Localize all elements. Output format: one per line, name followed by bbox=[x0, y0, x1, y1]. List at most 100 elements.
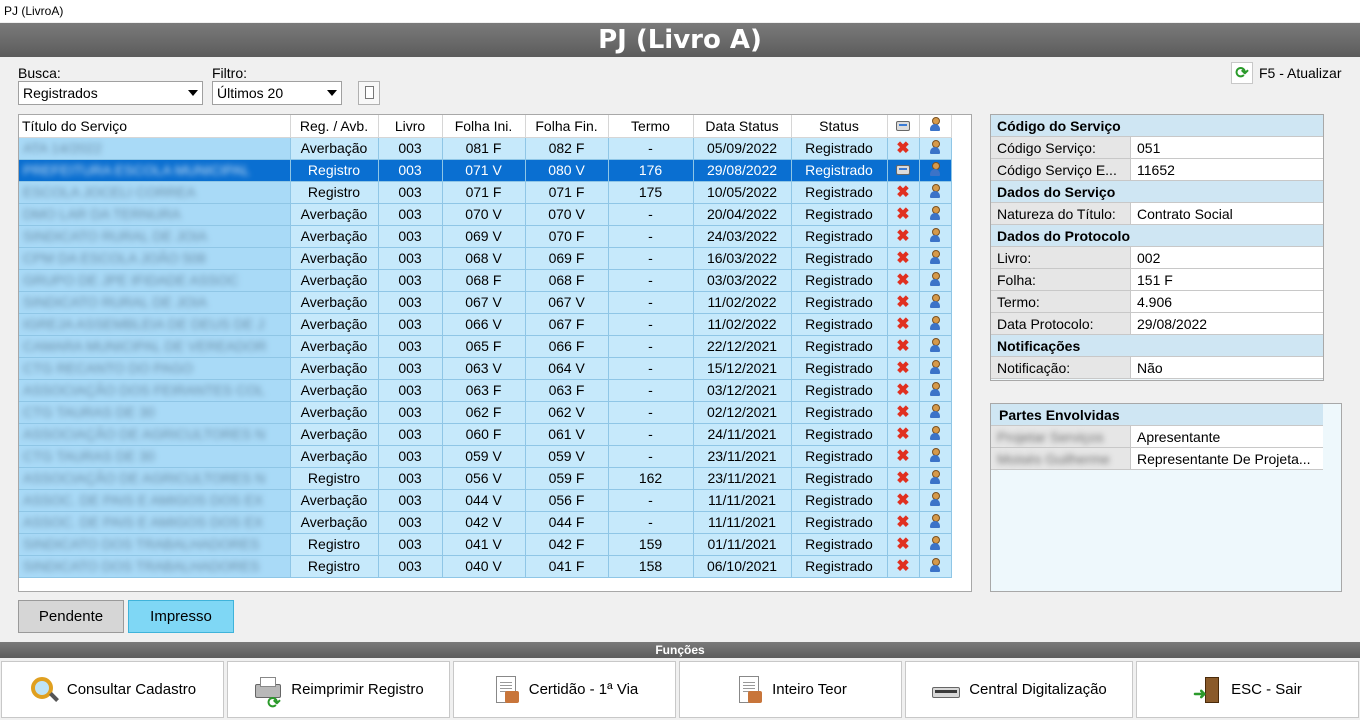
not-printed-cell[interactable]: ✖ bbox=[887, 445, 920, 468]
refresh-button[interactable]: ⟳ F5 - Atualizar bbox=[1231, 62, 1341, 84]
cell-status: Registrado bbox=[791, 401, 888, 424]
not-printed-cell[interactable]: ✖ bbox=[887, 401, 920, 424]
parte-row[interactable]: Moisés Guilherme Representante De Projeta… bbox=[991, 448, 1323, 470]
table-row[interactable]: SINDICATO RURAL DE JOIA Averbação 003 067 V… bbox=[19, 291, 952, 314]
print-cell[interactable] bbox=[887, 159, 920, 182]
person-cell[interactable] bbox=[919, 181, 952, 204]
cell-folha-fin: 059 V bbox=[525, 445, 609, 468]
cell-tipo: Registro bbox=[290, 467, 379, 490]
filtro-select[interactable]: Últimos 20 bbox=[212, 81, 342, 105]
person-cell[interactable] bbox=[919, 247, 952, 270]
not-printed-cell[interactable]: ✖ bbox=[887, 511, 920, 534]
table-row[interactable]: SINDICATO RURAL DE JOIA Averbação 003 069 V… bbox=[19, 225, 952, 248]
document-button[interactable] bbox=[358, 81, 380, 105]
not-printed-cell[interactable]: ✖ bbox=[887, 335, 920, 358]
person-cell[interactable] bbox=[919, 225, 952, 248]
table-row[interactable]: ATA 14/2022 Averbação 003 081 F 082 F -05/09/… bbox=[19, 137, 952, 160]
reimprimir-registro-button[interactable]: ⟳ Reimprimir Registro bbox=[227, 661, 450, 718]
person-cell[interactable] bbox=[919, 335, 952, 358]
table-row[interactable]: DMO LAR DA TERNURA Averbação 003 070 V 070 V… bbox=[19, 203, 952, 226]
not-printed-cell[interactable]: ✖ bbox=[887, 225, 920, 248]
table-row[interactable]: IGREJA ASSEMBLEIA DE DEUS DE J Averbação 0… bbox=[19, 313, 952, 336]
person-cell[interactable] bbox=[919, 445, 952, 468]
person-cell[interactable] bbox=[919, 555, 952, 578]
not-printed-cell[interactable]: ✖ bbox=[887, 269, 920, 292]
cell-termo: - bbox=[608, 137, 694, 160]
table-row[interactable]: CTG TAURAS DE 30 Averbação 003 062 F 062 V-0… bbox=[19, 401, 952, 424]
not-printed-cell[interactable]: ✖ bbox=[887, 467, 920, 490]
sair-button[interactable]: ➜ ESC - Sair bbox=[1136, 661, 1359, 718]
person-cell[interactable] bbox=[919, 291, 952, 314]
person-cell[interactable] bbox=[919, 401, 952, 424]
person-cell[interactable] bbox=[919, 467, 952, 490]
col-titulo[interactable]: Título do Serviço bbox=[19, 115, 291, 138]
col-folha-ini[interactable]: Folha Ini. bbox=[442, 115, 526, 138]
not-printed-cell[interactable]: ✖ bbox=[887, 203, 920, 226]
person-cell[interactable] bbox=[919, 313, 952, 336]
certidao-button[interactable]: Certidão - 1ª Via bbox=[453, 661, 676, 718]
not-printed-cell[interactable]: ✖ bbox=[887, 379, 920, 402]
person-icon bbox=[930, 425, 940, 440]
cell-termo: - bbox=[608, 335, 694, 358]
not-printed-cell[interactable]: ✖ bbox=[887, 423, 920, 446]
not-printed-cell[interactable]: ✖ bbox=[887, 533, 920, 556]
not-printed-cell[interactable]: ✖ bbox=[887, 181, 920, 204]
col-data-status[interactable]: Data Status bbox=[693, 115, 792, 138]
table-row[interactable]: CTG RECANTO DO PAGO Averbação 003 063 V 064 … bbox=[19, 357, 952, 380]
consultar-cadastro-button[interactable]: Consultar Cadastro bbox=[1, 661, 224, 718]
table-row[interactable]: ESCOLA JOCELI CORREA Registro 003 071 F 071 … bbox=[19, 181, 952, 204]
cell-folha-ini: 056 V bbox=[442, 467, 526, 490]
central-digitalizacao-button[interactable]: Central Digitalização bbox=[905, 661, 1133, 718]
person-cell[interactable] bbox=[919, 269, 952, 292]
person-cell[interactable] bbox=[919, 423, 952, 446]
cell-termo: - bbox=[608, 401, 694, 424]
person-icon bbox=[930, 381, 940, 396]
not-printed-cell[interactable]: ✖ bbox=[887, 357, 920, 380]
person-cell[interactable] bbox=[919, 511, 952, 534]
person-icon bbox=[930, 469, 940, 484]
not-printed-cell[interactable]: ✖ bbox=[887, 137, 920, 160]
col-status[interactable]: Status bbox=[791, 115, 888, 138]
table-row[interactable]: SINDICATO DOS TRABALHADORES Registro 003 04… bbox=[19, 555, 952, 578]
cell-status: Registrado bbox=[791, 225, 888, 248]
table-row[interactable]: PREFEITURA ESCOLA MUNICIPAL Registro 003 07… bbox=[19, 159, 952, 182]
table-row[interactable]: ASSOC. DE PAIS E AMIGOS DOS EX Averbação 0… bbox=[19, 489, 952, 512]
cell-data: 11/02/2022 bbox=[693, 291, 792, 314]
close-icon: ✖ bbox=[896, 536, 910, 553]
impresso-button[interactable]: Impresso bbox=[128, 600, 234, 633]
person-cell[interactable] bbox=[919, 203, 952, 226]
table-row[interactable]: ASSOCIAÇÃO DE AGRICULTORES N Registro 003 0… bbox=[19, 467, 952, 490]
not-printed-cell[interactable]: ✖ bbox=[887, 247, 920, 270]
not-printed-cell[interactable]: ✖ bbox=[887, 291, 920, 314]
person-cell[interactable] bbox=[919, 357, 952, 380]
not-printed-cell[interactable]: ✖ bbox=[887, 555, 920, 578]
table-row[interactable]: ASSOCIAÇÃO DE AGRICULTORES N Averbação 003… bbox=[19, 423, 952, 446]
col-reg-avb[interactable]: Reg. / Avb. bbox=[290, 115, 379, 138]
cell-data: 11/11/2021 bbox=[693, 489, 792, 512]
person-cell[interactable] bbox=[919, 379, 952, 402]
parte-row[interactable]: Projetar Serviços Apresentante bbox=[991, 426, 1323, 448]
table-row[interactable]: GRUPO DE JPE IFIDADE ASSOC Averbação 003 06… bbox=[19, 269, 952, 292]
busca-select[interactable]: Registrados bbox=[18, 81, 203, 105]
col-termo[interactable]: Termo bbox=[608, 115, 694, 138]
table-row[interactable]: CTG TAURAS DE 30 Averbação 003 059 V 059 V-2… bbox=[19, 445, 952, 468]
services-grid[interactable]: Título do Serviço Reg. / Avb. Livro Folh… bbox=[18, 114, 972, 592]
not-printed-cell[interactable]: ✖ bbox=[887, 489, 920, 512]
cell-livro: 003 bbox=[378, 313, 443, 336]
table-row[interactable]: CPM DA ESCOLA JOÃO 508 Averbação 003 068 V0… bbox=[19, 247, 952, 270]
detail-value: Não bbox=[1131, 357, 1323, 379]
pendente-button[interactable]: Pendente bbox=[18, 600, 124, 633]
cell-folha-ini: 069 V bbox=[442, 225, 526, 248]
table-row[interactable]: CAMARA MUNICIPAL DE VEREADOR Averbação 003… bbox=[19, 335, 952, 358]
person-cell[interactable] bbox=[919, 489, 952, 512]
person-cell[interactable] bbox=[919, 533, 952, 556]
person-cell[interactable] bbox=[919, 137, 952, 160]
not-printed-cell[interactable]: ✖ bbox=[887, 313, 920, 336]
table-row[interactable]: ASSOC. DE PAIS E AMIGOS DOS EX Averbação 0… bbox=[19, 511, 952, 534]
inteiro-teor-button[interactable]: Inteiro Teor bbox=[679, 661, 902, 718]
col-livro[interactable]: Livro bbox=[378, 115, 443, 138]
table-row[interactable]: ASSOCIAÇÃO DOS FEIRANTES COL Averbação 003… bbox=[19, 379, 952, 402]
person-cell[interactable] bbox=[919, 159, 952, 182]
table-row[interactable]: SINDICATO DOS TRABALHADORES Registro 003 04… bbox=[19, 533, 952, 556]
col-folha-fin[interactable]: Folha Fin. bbox=[525, 115, 609, 138]
